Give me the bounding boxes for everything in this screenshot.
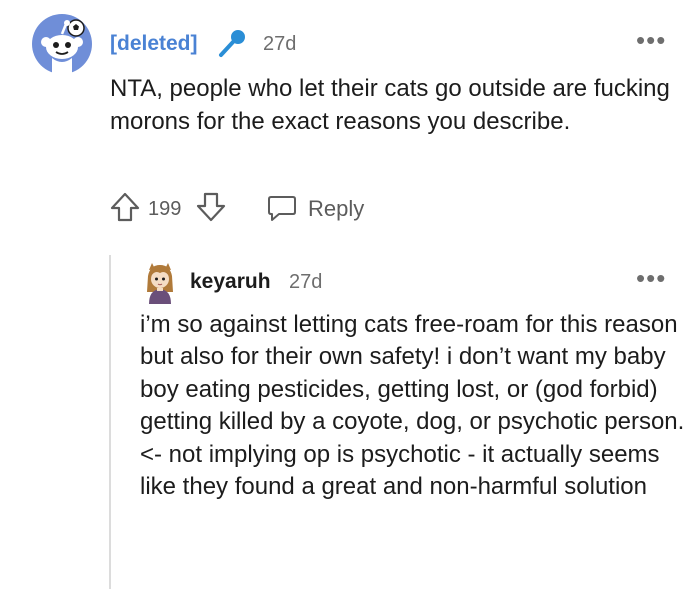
microphone-icon	[219, 30, 245, 57]
snoo-avatar-icon[interactable]	[32, 14, 92, 74]
speech-bubble-icon	[268, 196, 296, 221]
comment-timestamp: 27d	[263, 33, 297, 55]
upvote-icon[interactable]	[108, 190, 142, 224]
reply-author[interactable]: keyaruh	[190, 270, 271, 294]
reply-more-options-button[interactable]: •••	[636, 263, 666, 294]
reply-body: i’m so against letting cats free-roam fo…	[140, 311, 685, 501]
vote-score: 199	[148, 198, 182, 220]
comment: [deleted] 27d ••• NTA, people who let th…	[0, 0, 700, 240]
reply-timestamp: 27d	[289, 271, 323, 293]
user-avatar-icon[interactable]	[140, 262, 180, 304]
downvote-icon[interactable]	[194, 190, 228, 224]
reply-label: Reply	[308, 196, 365, 221]
comment-body: NTA, people who let their cats go outsid…	[110, 75, 670, 135]
thread-line[interactable]	[109, 255, 111, 589]
more-options-button[interactable]: •••	[636, 25, 666, 56]
comment-author[interactable]: [deleted]	[110, 32, 198, 56]
